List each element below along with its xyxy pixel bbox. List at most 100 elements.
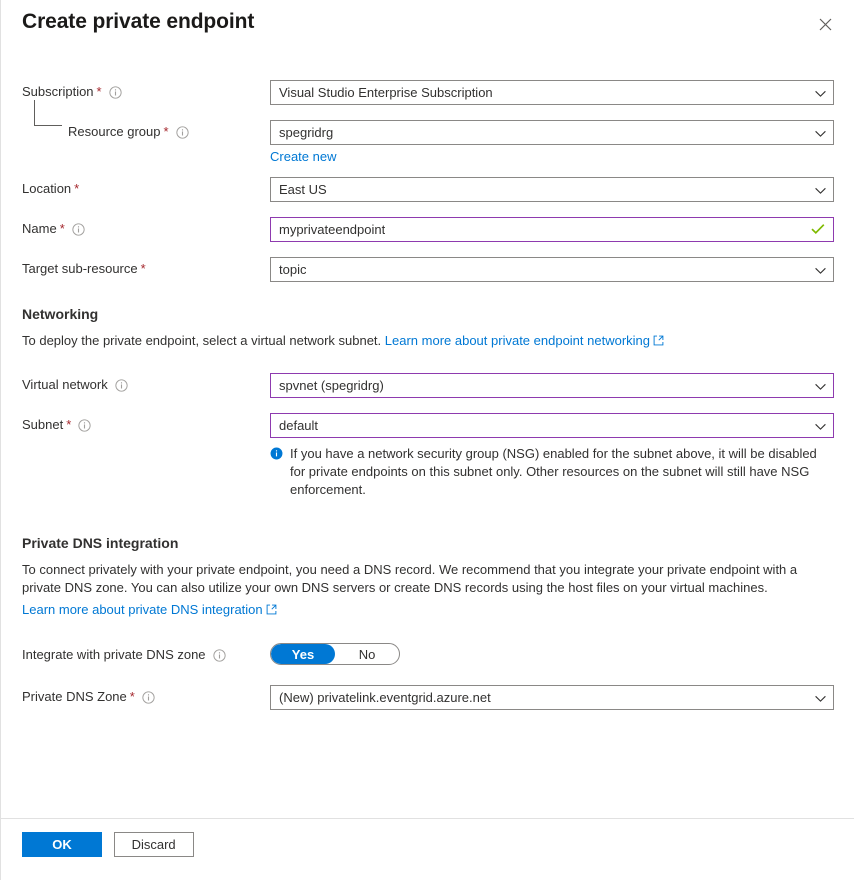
toggle-option-no[interactable]: No xyxy=(335,644,399,664)
chevron-down-icon xyxy=(815,690,826,705)
location-control: East US xyxy=(270,177,834,202)
field-row-resource-group: Resource group* spegridrg xyxy=(22,120,834,164)
virtual-network-control: spvnet (spegridrg) xyxy=(270,373,834,398)
page-title: Create private endpoint xyxy=(22,0,254,33)
chevron-down-icon xyxy=(815,125,826,140)
external-link-icon xyxy=(266,602,277,620)
subnet-label-text: Subnet xyxy=(22,417,63,433)
resource-group-dropdown[interactable]: spegridrg xyxy=(270,120,834,145)
resource-group-value: spegridrg xyxy=(279,125,333,140)
location-dropdown[interactable]: East US xyxy=(270,177,834,202)
info-icon[interactable] xyxy=(72,223,85,236)
info-circle-icon xyxy=(270,445,283,499)
name-label: Name* xyxy=(22,217,270,237)
field-row-subnet: Subnet* default xyxy=(22,413,834,499)
name-required-asterisk: * xyxy=(60,221,65,237)
target-sub-resource-label-text: Target sub-resource xyxy=(22,261,138,277)
subscription-control: Visual Studio Enterprise Subscription xyxy=(270,80,834,105)
integrate-dns-toggle[interactable]: Yes No xyxy=(270,643,400,665)
field-row-name: Name* myprivateendpoint xyxy=(22,217,834,242)
create-new-resource-group-link[interactable]: Create new xyxy=(270,149,336,164)
subnet-required-asterisk: * xyxy=(66,417,71,433)
subscription-label: Subscription* xyxy=(22,80,270,100)
subscription-dropdown[interactable]: Visual Studio Enterprise Subscription xyxy=(270,80,834,105)
create-private-endpoint-blade: Create private endpoint Subscription* xyxy=(0,0,854,880)
target-sub-resource-value: topic xyxy=(279,262,306,277)
learn-more-private-dns-link[interactable]: Learn more about private DNS integration xyxy=(22,602,263,617)
resource-group-required-asterisk: * xyxy=(164,124,169,140)
chevron-down-icon xyxy=(815,418,826,433)
resource-group-control: spegridrg Create new xyxy=(270,120,834,164)
subscription-label-text: Subscription xyxy=(22,84,94,100)
discard-button[interactable]: Discard xyxy=(114,832,194,857)
valid-check-icon xyxy=(811,222,825,237)
subnet-control: default If you h xyxy=(270,413,834,499)
networking-description: To deploy the private endpoint, select a… xyxy=(22,332,812,351)
integrate-dns-control: Yes No xyxy=(270,643,834,665)
resource-group-label-text: Resource group xyxy=(68,124,161,140)
virtual-network-label: Virtual network xyxy=(22,373,270,393)
chevron-down-icon xyxy=(815,378,826,393)
virtual-network-value: spvnet (spegridrg) xyxy=(279,378,384,393)
integrate-dns-label: Integrate with private DNS zone xyxy=(22,643,270,663)
nsg-notice: If you have a network security group (NS… xyxy=(270,445,834,499)
private-dns-link-row: Learn more about private DNS integration xyxy=(22,601,812,620)
blade-header: Create private endpoint xyxy=(0,0,854,58)
toggle-option-yes[interactable]: Yes xyxy=(271,644,335,664)
virtual-network-label-text: Virtual network xyxy=(22,377,108,393)
location-label: Location* xyxy=(22,177,270,197)
resource-group-label: Resource group* xyxy=(22,120,270,140)
location-value: East US xyxy=(279,182,327,197)
chevron-down-icon xyxy=(815,262,826,277)
blade-body: Subscription* Visual Studio Enterprise S… xyxy=(0,58,854,818)
name-label-text: Name xyxy=(22,221,57,237)
external-link-icon xyxy=(653,333,664,351)
private-dns-description: To connect privately with your private e… xyxy=(22,561,812,597)
private-dns-zone-label-text: Private DNS Zone xyxy=(22,689,127,705)
target-sub-resource-control: topic xyxy=(270,257,834,282)
private-dns-zone-control: (New) privatelink.eventgrid.azure.net xyxy=(270,685,834,710)
target-sub-resource-dropdown[interactable]: topic xyxy=(270,257,834,282)
virtual-network-dropdown[interactable]: spvnet (spegridrg) xyxy=(270,373,834,398)
field-row-location: Location* East US xyxy=(22,177,834,202)
private-dns-zone-required-asterisk: * xyxy=(130,689,135,705)
integrate-dns-label-text: Integrate with private DNS zone xyxy=(22,647,206,663)
subnet-dropdown[interactable]: default xyxy=(270,413,834,438)
field-row-private-dns-zone: Private DNS Zone* (New) privatelink.even… xyxy=(22,685,834,710)
name-control: myprivateendpoint xyxy=(270,217,834,242)
networking-heading: Networking xyxy=(22,306,834,322)
field-row-target-sub-resource: Target sub-resource* topic xyxy=(22,257,834,282)
learn-more-networking-link[interactable]: Learn more about private endpoint networ… xyxy=(385,333,650,348)
field-row-subscription: Subscription* Visual Studio Enterprise S… xyxy=(22,80,834,105)
private-dns-zone-value: (New) privatelink.eventgrid.azure.net xyxy=(279,690,491,705)
networking-description-text: To deploy the private endpoint, select a… xyxy=(22,333,385,348)
subscription-required-asterisk: * xyxy=(97,84,102,100)
subscription-value: Visual Studio Enterprise Subscription xyxy=(279,85,493,100)
nsg-notice-text: If you have a network security group (NS… xyxy=(290,445,834,499)
blade-footer: OK Discard xyxy=(0,818,854,880)
info-icon[interactable] xyxy=(176,126,189,139)
info-icon[interactable] xyxy=(109,86,122,99)
location-required-asterisk: * xyxy=(74,181,79,197)
field-row-virtual-network: Virtual network spvnet (spegridrg) xyxy=(22,373,834,398)
private-dns-zone-dropdown[interactable]: (New) privatelink.eventgrid.azure.net xyxy=(270,685,834,710)
info-icon[interactable] xyxy=(78,419,91,432)
chevron-down-icon xyxy=(815,182,826,197)
close-icon[interactable] xyxy=(810,9,840,39)
subnet-value: default xyxy=(279,418,318,433)
private-dns-zone-label: Private DNS Zone* xyxy=(22,685,270,705)
info-icon[interactable] xyxy=(115,379,128,392)
info-icon[interactable] xyxy=(213,649,226,662)
field-row-integrate-dns: Integrate with private DNS zone Yes No xyxy=(22,643,834,667)
subnet-label: Subnet* xyxy=(22,413,270,433)
chevron-down-icon xyxy=(815,85,826,100)
location-label-text: Location xyxy=(22,181,71,197)
target-sub-resource-label: Target sub-resource* xyxy=(22,257,270,277)
body-spacer xyxy=(22,725,834,818)
name-value: myprivateendpoint xyxy=(279,222,385,237)
name-input[interactable]: myprivateendpoint xyxy=(270,217,834,242)
info-icon[interactable] xyxy=(142,691,155,704)
private-dns-heading: Private DNS integration xyxy=(22,535,834,551)
target-sub-resource-required-asterisk: * xyxy=(141,261,146,277)
ok-button[interactable]: OK xyxy=(22,832,102,857)
